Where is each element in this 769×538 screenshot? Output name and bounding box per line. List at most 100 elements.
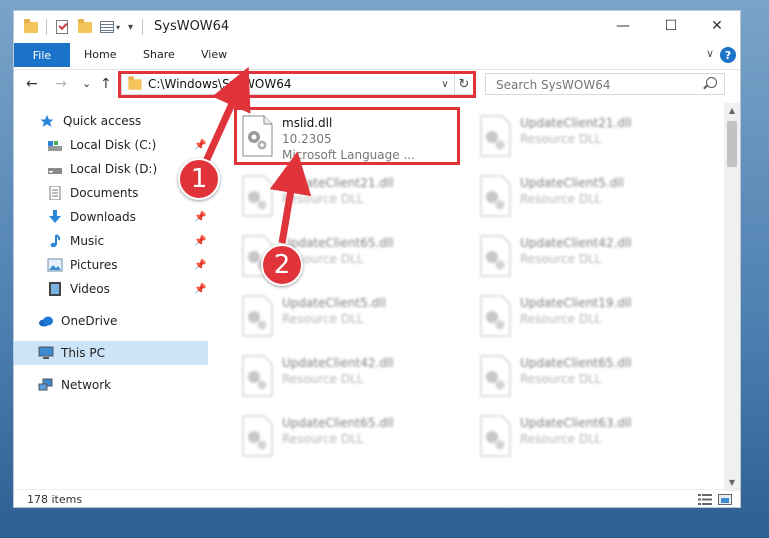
file-tile[interactable]: UpdateClient5.dll Resource DLL xyxy=(472,169,698,223)
file-name: UpdateClient65.dll xyxy=(520,356,632,370)
refresh-button[interactable]: ↻ xyxy=(454,73,474,95)
maximize-button[interactable]: ☐ xyxy=(648,11,694,41)
close-button[interactable]: ✕ xyxy=(694,11,740,41)
pin-icon[interactable]: 📌 xyxy=(194,260,206,271)
quick-access-folder-icon[interactable] xyxy=(24,18,38,36)
address-dropdown-icon[interactable]: ∨ xyxy=(438,79,452,90)
toolbar-separator xyxy=(142,19,143,35)
sidebar-item-label: Network xyxy=(61,378,112,392)
dll-file-icon xyxy=(240,355,274,397)
file-name: UpdateClient65.dll xyxy=(282,236,394,250)
file-type: Resource DLL xyxy=(282,432,364,446)
sidebar-item-label: Quick access xyxy=(63,114,142,128)
file-type: Resource DLL xyxy=(520,432,602,446)
file-tile-mslid[interactable]: mslid.dll 10.2305 Microsoft Language ... xyxy=(234,109,460,163)
file-tile[interactable]: UpdateClient21.dll Resource DLL xyxy=(234,169,460,223)
file-name: UpdateClient65.dll xyxy=(282,416,394,430)
annotation-badge-1: 1 xyxy=(178,158,220,200)
file-name: UpdateClient42.dll xyxy=(520,236,632,250)
details-view-icon[interactable] xyxy=(698,494,712,505)
dll-file-icon xyxy=(478,355,512,397)
network-icon xyxy=(38,378,54,392)
properties-icon[interactable]: ▾ xyxy=(100,18,120,36)
downloads-icon xyxy=(47,210,63,224)
collapse-ribbon-icon[interactable]: ∨ xyxy=(706,47,714,60)
sidebar-item-local-disk-c[interactable]: Local Disk (C:) 📌 xyxy=(14,133,208,157)
sidebar-item-label: Pictures xyxy=(70,258,118,272)
tab-home[interactable]: Home xyxy=(84,48,116,61)
search-box[interactable] xyxy=(485,73,725,95)
dll-file-icon xyxy=(478,295,512,337)
dll-file-icon xyxy=(240,175,274,217)
sidebar-item-label: OneDrive xyxy=(61,314,118,328)
sidebar-item-music[interactable]: Music 📌 xyxy=(14,229,208,253)
drive-c-icon xyxy=(47,138,63,152)
item-count: 178 items xyxy=(27,493,83,506)
file-description: Microsoft Language ... xyxy=(282,148,415,162)
file-type: Resource DLL xyxy=(520,192,602,206)
file-type: Resource DLL xyxy=(282,192,364,206)
dll-file-icon xyxy=(240,415,274,457)
sidebar-item-downloads[interactable]: Downloads 📌 xyxy=(14,205,208,229)
help-icon[interactable]: ? xyxy=(720,47,736,63)
up-button[interactable]: ↑ xyxy=(100,76,112,92)
tab-share[interactable]: Share xyxy=(143,48,175,61)
videos-icon xyxy=(47,282,63,296)
dll-file-icon xyxy=(478,115,512,157)
pin-icon[interactable]: 📌 xyxy=(194,140,206,151)
music-icon xyxy=(47,234,63,248)
file-name: UpdateClient21.dll xyxy=(282,176,394,190)
sidebar-item-quick-access[interactable]: Quick access xyxy=(14,109,208,133)
recent-locations-button[interactable]: ⌄ xyxy=(82,77,91,90)
sidebar-item-network[interactable]: Network xyxy=(14,373,208,397)
file-tile[interactable]: UpdateClient65.dll Resource DLL xyxy=(472,349,698,403)
properties-check-icon[interactable] xyxy=(56,18,68,36)
scroll-thumb[interactable] xyxy=(727,121,737,167)
tab-view[interactable]: View xyxy=(201,48,227,61)
file-name: UpdateClient63.dll xyxy=(520,416,632,430)
pin-icon[interactable]: 📌 xyxy=(194,212,206,223)
sidebar-item-this-pc[interactable]: This PC xyxy=(14,341,208,365)
back-button[interactable]: ← xyxy=(26,76,38,92)
file-tile[interactable]: UpdateClient42.dll Resource DLL xyxy=(472,229,698,283)
this-pc-icon xyxy=(38,346,54,360)
sidebar-item-videos[interactable]: Videos 📌 xyxy=(14,277,208,301)
file-name: UpdateClient42.dll xyxy=(282,356,394,370)
title-bar: ▾ ▾ SysWOW64 — ☐ ✕ xyxy=(14,11,740,43)
file-tile[interactable]: UpdateClient65.dll Resource DLL xyxy=(234,409,460,463)
new-folder-icon[interactable] xyxy=(78,18,92,36)
file-name: UpdateClient5.dll xyxy=(282,296,386,310)
file-tile[interactable]: UpdateClient19.dll Resource DLL xyxy=(472,289,698,343)
customize-toolbar-icon[interactable]: ▾ xyxy=(128,18,133,36)
file-type: Resource DLL xyxy=(520,372,602,386)
file-name: UpdateClient21.dll xyxy=(520,116,632,130)
pin-icon[interactable]: 📌 xyxy=(194,284,206,295)
file-name: UpdateClient5.dll xyxy=(520,176,624,190)
address-path: C:\Windows\SysWOW64 xyxy=(148,77,292,91)
sidebar-item-onedrive[interactable]: OneDrive xyxy=(14,309,208,333)
file-tile[interactable]: UpdateClient42.dll Resource DLL xyxy=(234,349,460,403)
file-name: UpdateClient19.dll xyxy=(520,296,632,310)
scroll-up-icon[interactable]: ▲ xyxy=(724,103,740,119)
sidebar-item-pictures[interactable]: Pictures 📌 xyxy=(14,253,208,277)
forward-button[interactable]: → xyxy=(55,76,67,92)
search-input[interactable] xyxy=(494,75,698,95)
sidebar-item-label: Music xyxy=(70,234,105,248)
pin-icon[interactable]: 📌 xyxy=(194,236,206,247)
window-title: SysWOW64 xyxy=(154,19,230,34)
drive-d-icon xyxy=(47,162,63,176)
large-icons-view-icon[interactable] xyxy=(718,494,732,505)
vertical-scrollbar[interactable]: ▲ ▼ xyxy=(724,103,740,491)
file-tile[interactable]: UpdateClient63.dll Resource DLL xyxy=(472,409,698,463)
sidebar-item-label: Documents xyxy=(70,186,139,200)
file-tile[interactable]: UpdateClient5.dll Resource DLL xyxy=(234,289,460,343)
sidebar-item-label: This PC xyxy=(61,346,105,360)
file-type: Resource DLL xyxy=(282,312,364,326)
pictures-icon xyxy=(47,258,63,272)
tab-file[interactable]: File xyxy=(14,43,70,67)
file-tile[interactable]: UpdateClient21.dll Resource DLL xyxy=(472,109,698,163)
address-bar[interactable]: C:\Windows\SysWOW64 ∨ xyxy=(121,73,475,95)
file-type: Resource DLL xyxy=(282,372,364,386)
minimize-button[interactable]: — xyxy=(600,11,646,41)
file-type: Resource DLL xyxy=(520,312,602,326)
